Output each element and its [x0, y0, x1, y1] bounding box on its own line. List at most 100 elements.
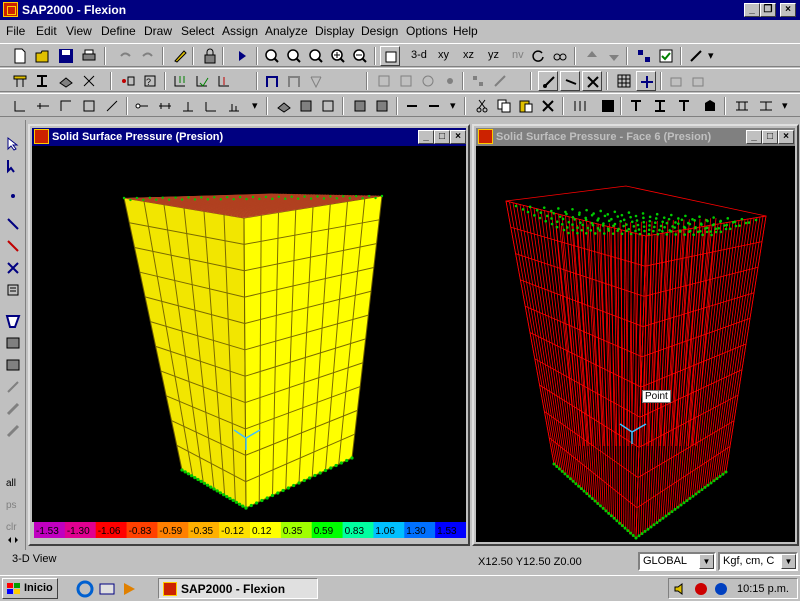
- save-icon[interactable]: [56, 46, 76, 66]
- pointer-select-icon[interactable]: [3, 134, 23, 154]
- draw-area-icon[interactable]: [3, 280, 23, 300]
- redo-icon[interactable]: [138, 46, 158, 66]
- volume-icon[interactable]: [673, 581, 689, 597]
- tray-app-icon[interactable]: [693, 581, 709, 597]
- toolbar-dropdown-arrow[interactable]: ▾: [782, 99, 788, 112]
- left-window-close-button[interactable]: ×: [450, 130, 466, 144]
- perspective-icon[interactable]: [550, 46, 570, 66]
- rotate-view-icon[interactable]: [528, 46, 548, 66]
- copy-icon[interactable]: [494, 96, 514, 116]
- merge-joints-icon[interactable]: [732, 96, 752, 116]
- sap2000-app-icon[interactable]: [3, 2, 18, 17]
- view-xz-button[interactable]: xz: [463, 49, 474, 61]
- divide-frames-icon[interactable]: [598, 96, 618, 116]
- print-icon[interactable]: [79, 46, 99, 66]
- shell-section-assign-icon[interactable]: [274, 96, 294, 116]
- disconnect-icon[interactable]: [756, 96, 776, 116]
- restore-button[interactable]: ❐: [760, 3, 776, 17]
- right-window-maximize-button[interactable]: □: [762, 130, 778, 144]
- view-xy-button[interactable]: xy: [438, 49, 449, 61]
- zoom-window-icon[interactable]: [262, 46, 282, 66]
- draw-solid-icon[interactable]: [418, 71, 438, 91]
- mesh-shells-icon[interactable]: [650, 96, 670, 116]
- draw-joint-icon[interactable]: [3, 186, 23, 206]
- frame-output-icon[interactable]: [178, 96, 198, 116]
- draw-brace-icon[interactable]: [306, 71, 326, 91]
- menu-options[interactable]: Options: [406, 24, 447, 38]
- left-window-minimize-button[interactable]: _: [418, 130, 434, 144]
- previous-select-icon[interactable]: ps: [3, 494, 23, 514]
- menu-design[interactable]: Design: [361, 24, 398, 38]
- reshape-icon[interactable]: [3, 156, 23, 176]
- joint-constraint-icon[interactable]: [33, 96, 53, 116]
- menu-draw[interactable]: Draw: [144, 24, 172, 38]
- snap-points-icon[interactable]: [538, 71, 558, 91]
- coord-system-dropdown-icon[interactable]: ▼: [699, 554, 714, 569]
- select-all-icon[interactable]: all: [3, 472, 23, 492]
- draw-solid-left-icon[interactable]: [3, 399, 23, 419]
- new-file-icon[interactable]: [10, 46, 30, 66]
- toolbar-dropdown-arrow[interactable]: ▾: [252, 99, 258, 112]
- delete-icon[interactable]: [538, 96, 558, 116]
- view-3d-button[interactable]: 3-d: [411, 49, 427, 61]
- right-window-minimize-button[interactable]: _: [746, 130, 762, 144]
- spring-section-icon[interactable]: [79, 71, 99, 91]
- frame-section-icon[interactable]: [33, 71, 53, 91]
- right-window-close-button[interactable]: ×: [778, 130, 794, 144]
- draw-quad-icon[interactable]: [396, 71, 416, 91]
- start-button[interactable]: Inicio: [2, 578, 58, 599]
- units-select[interactable]: Kgf, cm, C ▼: [718, 552, 798, 571]
- menu-select[interactable]: Select: [181, 24, 214, 38]
- joint-loads-icon[interactable]: [214, 71, 234, 91]
- draw-quick-area-icon[interactable]: [3, 355, 23, 375]
- units-dropdown-icon[interactable]: ▼: [781, 554, 796, 569]
- draw-frame-quick-icon[interactable]: [284, 71, 304, 91]
- grid-icon[interactable]: [614, 71, 634, 91]
- menu-assign[interactable]: Assign: [222, 24, 258, 38]
- joint-pattern-icon[interactable]: [102, 96, 122, 116]
- undo-icon[interactable]: [115, 46, 135, 66]
- align-joints-icon[interactable]: [674, 96, 694, 116]
- draw-poly-area-icon[interactable]: [3, 311, 23, 331]
- joint-restraint-icon[interactable]: [10, 96, 30, 116]
- options-icon[interactable]: [688, 71, 708, 91]
- close-button[interactable]: ×: [780, 3, 796, 17]
- view-nv-button[interactable]: nv: [512, 49, 524, 61]
- draw-line-icon[interactable]: [3, 214, 23, 234]
- solid-local-axes-icon[interactable]: [372, 96, 392, 116]
- menu-analyze[interactable]: Analyze: [265, 24, 308, 38]
- view-yz-button[interactable]: yz: [488, 49, 499, 61]
- outlook-express-icon[interactable]: [98, 580, 116, 598]
- frame-loads-icon[interactable]: [170, 71, 190, 91]
- draw-rect-area-icon[interactable]: [3, 333, 23, 353]
- run-analysis-icon[interactable]: [232, 46, 252, 66]
- load-case-icon[interactable]: [118, 71, 138, 91]
- shell-local-axes-icon[interactable]: [296, 96, 316, 116]
- paste-icon[interactable]: [516, 96, 536, 116]
- left-toolbar-scroll-icon[interactable]: [3, 532, 23, 552]
- snap-joints-icon[interactable]: [468, 71, 488, 91]
- open-folder-icon[interactable]: [33, 46, 53, 66]
- load-combo-icon[interactable]: ?: [140, 71, 160, 91]
- restore-full-view-icon[interactable]: [284, 46, 304, 66]
- link-local-axes-icon[interactable]: [424, 96, 444, 116]
- move-icon[interactable]: [636, 71, 656, 91]
- menu-edit[interactable]: Edit: [36, 24, 57, 38]
- window-app-icon[interactable]: [34, 129, 49, 144]
- solid-assign-icon[interactable]: [350, 96, 370, 116]
- left-3d-view-canvas[interactable]: [32, 146, 466, 522]
- snap-ends-icon[interactable]: [560, 71, 580, 91]
- joint-spring-icon[interactable]: [56, 96, 76, 116]
- show-undeformed-icon[interactable]: [686, 46, 706, 66]
- edit-grid-icon[interactable]: [666, 71, 686, 91]
- shell-section-icon[interactable]: [56, 71, 76, 91]
- shell-loads-icon[interactable]: [192, 71, 212, 91]
- lock-icon[interactable]: [200, 46, 220, 66]
- move-down-icon[interactable]: [604, 46, 624, 66]
- menu-help[interactable]: Help: [453, 24, 478, 38]
- coord-system-select[interactable]: GLOBAL ▼: [638, 552, 716, 571]
- pan-icon[interactable]: [380, 46, 400, 66]
- snap-intersections-icon[interactable]: [582, 71, 602, 91]
- cut-icon[interactable]: [472, 96, 492, 116]
- menu-view[interactable]: View: [66, 24, 92, 38]
